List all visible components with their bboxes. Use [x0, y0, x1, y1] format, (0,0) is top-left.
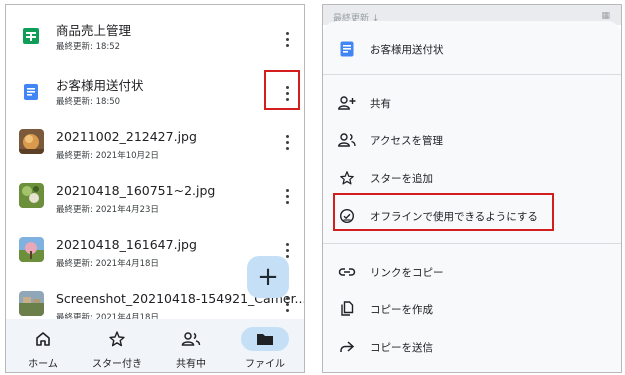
copy-icon	[338, 300, 356, 318]
menu-label: 共有	[370, 98, 391, 110]
file-row[interactable]: 商品売上管理 最終更新: 18:52	[6, 20, 304, 75]
file-name: 20210418_160751~2.jpg	[56, 183, 216, 198]
menu-label: スターを追加	[370, 173, 433, 185]
menu-item-make-copy[interactable]: コピーを作成	[323, 291, 621, 328]
nav-label: スター付き	[92, 359, 142, 370]
sheet-title: お客様用送付状	[370, 44, 444, 56]
image-thumbnail	[19, 129, 44, 154]
docs-icon	[21, 82, 41, 102]
divider	[323, 74, 621, 75]
file-modified: 最終更新: 18:52	[56, 42, 121, 52]
menu-item-send-copy[interactable]: コピーを送信	[323, 329, 621, 366]
star-icon	[101, 329, 133, 349]
send-icon	[338, 338, 356, 356]
image-thumbnail	[19, 237, 44, 262]
menu-item-copy-link[interactable]: リンクをコピー	[323, 254, 621, 291]
file-modified: 最終更新: 18:50	[56, 97, 121, 107]
menu-item-share[interactable]: 共有	[323, 85, 621, 122]
file-name: 20210418_161647.jpg	[56, 237, 197, 252]
file-modified: 最終更新: 2021年10月2日	[56, 151, 159, 161]
file-row[interactable]: 20210418_160751~2.jpg 最終更新: 2021年4月23日	[6, 183, 304, 238]
menu-label: コピーを作成	[370, 304, 433, 316]
person-add-icon	[338, 94, 356, 112]
file-modified: 最終更新: 2021年4月23日	[56, 205, 159, 215]
file-modified: 最終更新: 2021年4月18日	[56, 259, 159, 269]
manage-access-icon	[338, 131, 356, 149]
people-icon	[175, 329, 207, 349]
folder-icon	[241, 327, 289, 351]
highlight-box	[333, 193, 554, 231]
docs-icon	[338, 40, 356, 58]
file-list-screen: 商品売上管理 最終更新: 18:52 お客様用送付状 最終更新: 18:50 2…	[5, 4, 305, 373]
image-thumbnail	[19, 291, 44, 316]
home-icon	[27, 329, 59, 349]
menu-item-manage-access[interactable]: アクセスを管理	[323, 122, 621, 159]
divider	[323, 243, 621, 244]
file-name: お客様用送付状	[56, 78, 144, 93]
sheet-header: お客様用送付状	[323, 31, 621, 68]
plus-icon: +	[257, 262, 279, 292]
more-options-icon[interactable]	[280, 27, 294, 51]
nav-item-home[interactable]: ホーム	[6, 319, 80, 372]
file-options-screen: 最終更新 ↓ ▦ お客様用送付状 共有 アクセスを管理 スターを追加 オフライン…	[322, 4, 622, 373]
file-name: 商品売上管理	[56, 23, 132, 38]
menu-item-add-star[interactable]: スターを追加	[323, 160, 621, 197]
bottom-navigation: ホーム スター付き 共有中 ファイル	[6, 319, 304, 372]
nav-item-files[interactable]: ファイル	[228, 319, 302, 372]
image-thumbnail	[19, 183, 44, 208]
menu-label: アクセスを管理	[370, 135, 443, 147]
grid-view-icon: ▦	[601, 11, 611, 21]
new-file-button[interactable]: +	[247, 256, 289, 298]
more-options-icon[interactable]	[280, 184, 294, 208]
nav-label: 共有中	[176, 359, 206, 370]
menu-label: コピーを送信	[370, 342, 433, 354]
file-row[interactable]: お客様用送付状 最終更新: 18:50	[6, 75, 304, 130]
nav-label: ファイル	[245, 359, 285, 370]
link-icon	[338, 263, 356, 281]
file-row[interactable]: 20211002_212427.jpg 最終更新: 2021年10月2日	[6, 129, 304, 184]
highlight-box	[264, 70, 300, 110]
menu-label: リンクをコピー	[370, 267, 444, 279]
star-outline-icon	[338, 169, 356, 187]
nav-label: ホーム	[28, 359, 58, 370]
nav-item-starred[interactable]: スター付き	[80, 319, 154, 372]
file-name: 20211002_212427.jpg	[56, 129, 197, 144]
nav-item-shared[interactable]: 共有中	[154, 319, 228, 372]
sheets-icon	[21, 26, 41, 46]
more-options-icon[interactable]	[280, 130, 294, 154]
